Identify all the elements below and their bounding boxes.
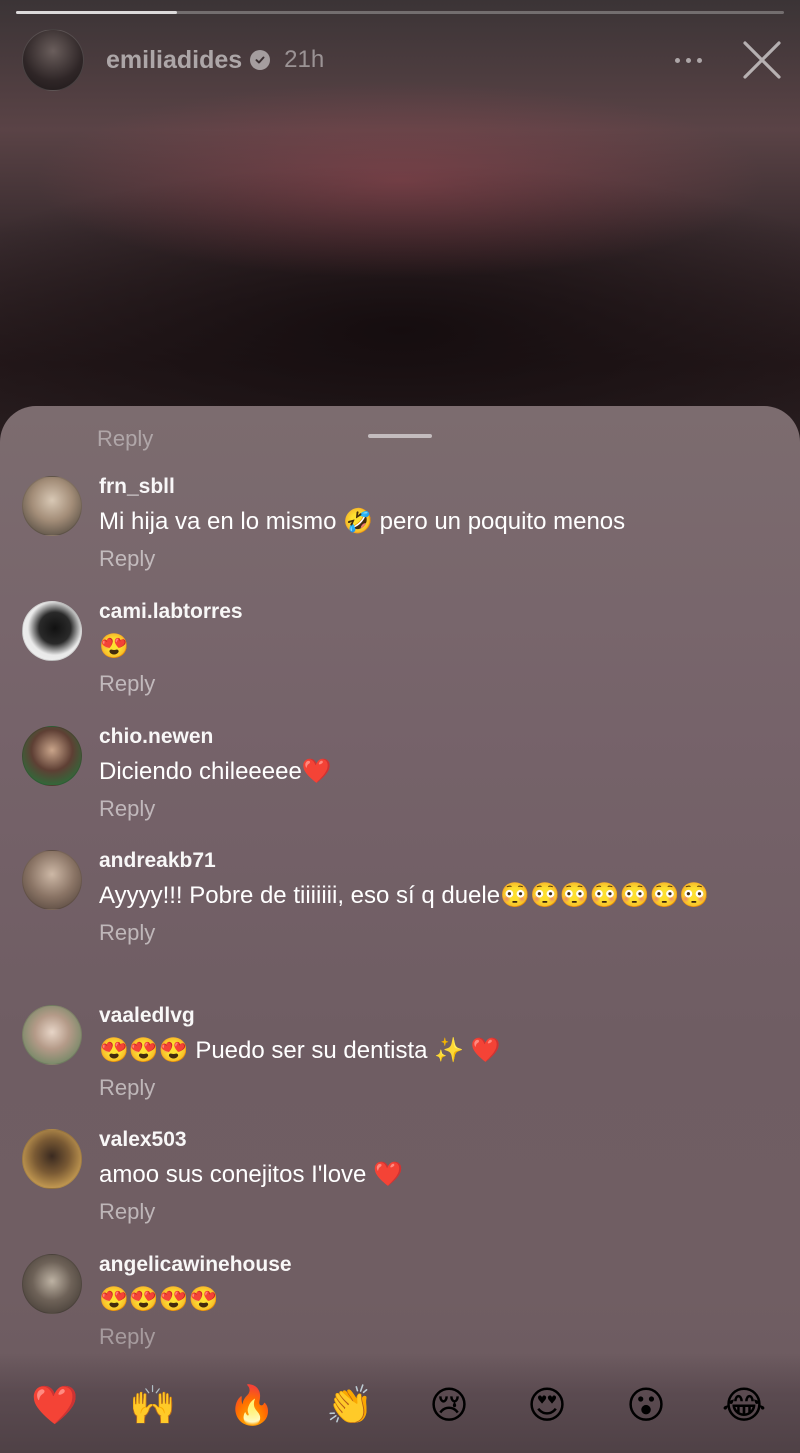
comment-reply-button[interactable]: Reply (99, 671, 243, 697)
quick-reactions-bar: ❤️ 🙌 🔥 👏 😢 😍 😮 😂 (0, 1353, 800, 1453)
story-progress-bar (16, 11, 784, 14)
reaction-fire-icon[interactable]: 🔥 (228, 1381, 276, 1429)
comment-text: 😍 (99, 633, 129, 660)
comment-text: 😍😍😍 Puedo ser su dentista ✨ ❤️ (99, 1037, 501, 1064)
comment-text: amoo sus conejitos I'love ❤️ (99, 1161, 403, 1188)
comment-text: Ayyyy!!! Pobre de tiiiiiii, eso sí q due… (99, 882, 710, 909)
reaction-heart-eyes-icon[interactable]: 😍 (523, 1381, 571, 1429)
comment-reply-button[interactable]: Reply (99, 920, 709, 946)
comment-username[interactable]: andreakb71 (99, 848, 709, 874)
comment-username[interactable]: vaaledlvg (99, 1003, 501, 1029)
comment-item: valex503 amoo sus conejitos I'love ❤️ Re… (22, 1127, 780, 1225)
commenter-avatar[interactable] (22, 601, 82, 661)
commenter-avatar[interactable] (22, 1005, 82, 1065)
comment-item: cami.labtorres 😍 Reply (22, 599, 780, 697)
comment-reply-button[interactable]: Reply (99, 1199, 403, 1225)
story-progress-fill (16, 11, 178, 14)
commenter-avatar[interactable] (22, 726, 82, 786)
comments-sheet: Reply frn_sbll Mi hija va en lo mismo 🤣 … (0, 406, 800, 1453)
sheet-drag-handle[interactable] (368, 434, 432, 438)
story-author-avatar[interactable] (22, 29, 84, 91)
comment-username[interactable]: cami.labtorres (99, 599, 243, 625)
commenter-avatar[interactable] (22, 476, 82, 536)
reaction-raised-hands-icon[interactable]: 🙌 (129, 1381, 177, 1429)
more-options-icon[interactable] (668, 50, 708, 70)
comment-item: angelicawinehouse 😍😍😍😍 Reply (22, 1252, 780, 1350)
close-icon[interactable] (742, 40, 782, 80)
comment-username[interactable]: chio.newen (99, 724, 332, 750)
comment-item: andreakb71 Ayyyy!!! Pobre de tiiiiiii, e… (22, 848, 780, 946)
comment-username[interactable]: angelicawinehouse (99, 1252, 292, 1278)
comment-text: Diciendo chileeeee❤️ (99, 758, 332, 785)
comment-reply-button[interactable]: Reply (99, 546, 625, 572)
reaction-surprised-icon[interactable]: 😮 (622, 1381, 670, 1429)
reaction-heart-icon[interactable]: ❤️ (31, 1381, 79, 1429)
reaction-laughing-icon[interactable]: 😂 (720, 1381, 768, 1429)
comment-username[interactable]: frn_sbll (99, 474, 625, 500)
comment-item: vaaledlvg 😍😍😍 Puedo ser su dentista ✨ ❤️… (22, 1003, 780, 1101)
commenter-avatar[interactable] (22, 1129, 82, 1189)
comment-username[interactable]: valex503 (99, 1127, 403, 1153)
commenter-avatar[interactable] (22, 1254, 82, 1314)
comment-text: 😍😍😍😍 (99, 1286, 219, 1313)
comment-reply-button[interactable]: Reply (99, 796, 332, 822)
verified-badge-icon (250, 50, 271, 70)
reply-button[interactable]: Reply (97, 426, 153, 452)
reaction-crying-icon[interactable]: 😢 (425, 1381, 473, 1429)
story-header: emiliadides 21h (22, 29, 782, 91)
story-timestamp: 21h (284, 46, 325, 73)
commenter-avatar[interactable] (22, 850, 82, 910)
comment-text: Mi hija va en lo mismo 🤣 pero un poquito… (99, 508, 626, 535)
reaction-clapping-icon[interactable]: 👏 (326, 1381, 374, 1429)
comment-reply-button[interactable]: Reply (99, 1075, 501, 1101)
comment-reply-button[interactable]: Reply (99, 1324, 292, 1350)
comment-item: chio.newen Diciendo chileeeee❤️ Reply (22, 724, 780, 822)
comment-item: frn_sbll Mi hija va en lo mismo 🤣 pero u… (22, 474, 780, 572)
story-author-username[interactable]: emiliadides (106, 46, 242, 75)
